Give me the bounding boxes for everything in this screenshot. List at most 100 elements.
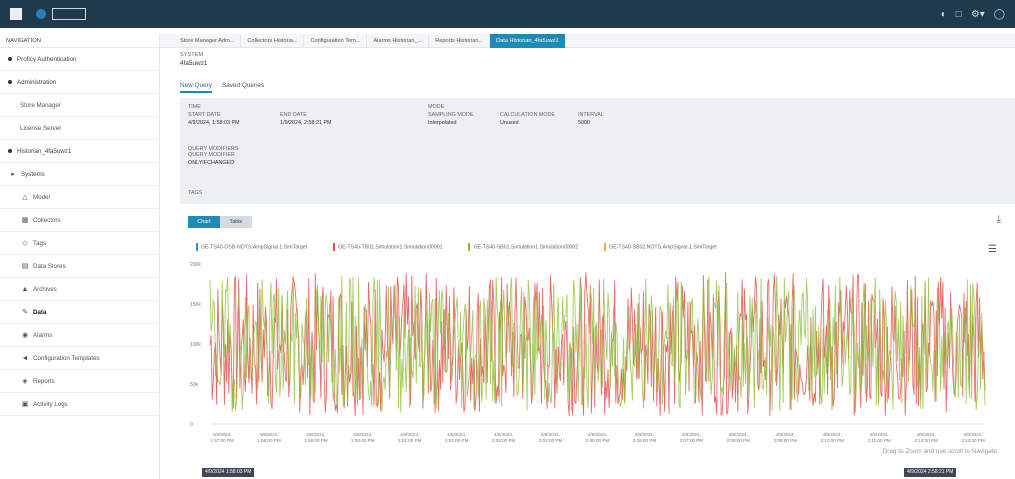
top-bar: ◐ □ ⚙▾ ◯ [0,0,1015,28]
expand-icon [8,149,12,153]
legend-label: GE-TS40-SB01.Simulation1.Simulation00002 [473,244,579,251]
x-tick-label: 4/9/2024, 2:05:00 PM [586,432,610,443]
nav-icon: ▦ [21,217,29,224]
tags-label: TAGS [188,190,203,196]
interval-value: 5000 [578,120,590,126]
sidebar-item-collectors[interactable]: ▦ Collectors [0,209,159,232]
sidebar-item-administration[interactable]: Administration [0,71,159,94]
main-content: SYSTEM 4fa5uwz1 New Query Saved Queries … [160,48,1015,479]
sidebar-item-proficy-authentication[interactable]: Proficy Authentication [0,48,159,71]
sidebar-item-label: Archives [33,285,57,293]
nav-icon: ◈ [22,378,28,385]
download-icon[interactable]: ⤓ [997,214,1001,225]
legend-item[interactable]: GE-TS40-TB01.Simulation1.Simulation00001 [333,243,442,251]
brand-icon [36,9,46,19]
y-tick-label: 150k [190,302,201,308]
app-logo[interactable] [10,8,22,20]
calculation-mode-field[interactable]: CALCULATION MODE Unused [500,112,555,126]
system-header: SYSTEM 4fa5uwz1 [180,52,207,67]
end-date-value: 1/9/2024, 2:58:21 PM [280,120,332,126]
sidebar-item-data[interactable]: ✎ Data [0,301,159,324]
tab-new-query[interactable]: New Query [180,82,212,93]
start-date-field[interactable]: START DATE 4/9/2024, 1:58:03 PM [188,112,240,126]
nav-icon: ◄ [21,354,29,362]
system-label: SYSTEM [180,52,204,58]
lock-icon[interactable]: ◐ [941,9,947,20]
sidebar-item-license-server[interactable]: License Server [0,117,159,140]
nav-icon: ✎ [22,309,28,316]
sidebar-title: NAVIGATION [0,34,159,48]
sidebar-item-store-manager[interactable]: Store Manager [0,94,159,117]
sidebar-item-configuration-templates[interactable]: ◄ Configuration Templates [0,347,159,370]
legend-swatch [604,243,607,251]
sidebar-item-label: Systems [21,170,45,178]
legend-label: GE-TS40-SB02.NOTS.AmpSignal.1.SimTarget [609,244,717,251]
sidebar-item-archives[interactable]: ▲ Archives [0,278,159,301]
chart-area[interactable]: 200k 150k 100k 50k 0 4/9/2024, 1:57:00 PM 4/9/2… [188,260,993,470]
tab-1[interactable]: Collectors Historia... [241,33,305,48]
sidebar-item-activity-logs[interactable]: ▣ Activity Logs [0,393,159,416]
sidebar-item-alarms[interactable]: ◉ Alarms [0,324,159,347]
query-modifiers-field[interactable]: QUERY MODIFIERS QUERY MODIFIER ONLYIFCHA… [188,146,238,166]
tab-5[interactable]: Data Historian_4fa5uwz1 [490,33,566,48]
end-date-label: END DATE [280,112,307,118]
sidebar-item-label: Model [33,193,50,201]
range-end-handle[interactable]: 4/9/2024 2:58:21 PM [904,468,957,477]
sampling-mode-value: Interpolated [428,120,457,126]
start-date-value: 4/9/2024, 1:58:03 PM [188,120,240,126]
y-tick-label: 0 [190,422,193,428]
nav-icon: ◉ [21,332,29,339]
notification-icon[interactable]: □ [956,9,962,20]
legend-item[interactable]: GE-TS40-SB01.Simulation1.Simulation00002 [468,243,578,251]
sidebar-item-label: Configuration Templates [33,354,100,362]
nav-icon: ▣ [21,401,29,408]
expand-icon [8,80,12,84]
settings-icon[interactable]: ⚙▾ [971,9,985,20]
legend-item[interactable]: GE-TS40-SB02.NOTS.AmpSignal.1.SimTarget [604,243,717,251]
nav-icon: ▤ [21,263,29,270]
query-modifier-label: QUERY MODIFIER [188,152,235,158]
start-date-label: START DATE [188,112,221,118]
tab-2[interactable]: Configuration Tem... [304,33,368,48]
sampling-mode-field[interactable]: SAMPLING MODE Interpolated [428,112,474,126]
x-tick-label: 4/9/2024, 2:07:00 PM [680,432,704,443]
sidebar-item-label: Proficy Authentication [17,55,77,63]
sidebar-item-systems[interactable]: ▸ Systems [0,163,159,186]
sidebar-item-label: Store Manager [20,101,61,109]
y-tick-label: 200k [190,262,201,268]
x-tick-label: 4/9/2024, 2:06:00 PM [633,432,657,443]
system-name: 4fa5uwz1 [180,60,208,67]
sidebar-item-label: Data [33,308,47,316]
sidebar-item-label: Data Stores [33,262,66,270]
legend-item[interactable]: GE-TS40-OSB-NOTS.AmpSignal.1.SimTarget [196,243,307,251]
tab-3[interactable]: Alarms Historian_... [367,33,430,48]
legend-swatch [196,243,198,251]
user-icon[interactable]: ◯ [994,9,1005,20]
table-view-button[interactable]: Table [220,216,252,228]
query-modifier-value: ONLYIFCHANGED [188,160,235,166]
chart-menu-icon[interactable]: ☰ [988,244,997,255]
chart-legend: GE-TS40-OSB-NOTS.AmpSignal.1.SimTarget GE… [196,243,717,251]
tab-4[interactable]: Reports Historian... [429,33,491,48]
chart-view-button[interactable]: Chart [188,216,220,228]
sidebar-item-label: Collectors [33,216,61,224]
interval-field[interactable]: INTERVAL 5000 [578,112,604,126]
sidebar-item-model[interactable]: △ Model [0,186,159,209]
sidebar-item-data-stores[interactable]: ▤ Data Stores [0,255,159,278]
calculation-mode-value: Unused [500,120,519,126]
y-tick-label: 100k [190,342,201,348]
view-toggle: Chart Table [188,216,252,228]
x-tick-label: 4/9/2024, 2:09:00 PM [774,432,798,443]
tab-saved-queries[interactable]: Saved Queries [222,82,264,93]
sidebar-item-tags[interactable]: ◇ Tags [0,232,159,255]
x-tick-label: 4/9/2024, 1:59:00 PM [304,432,328,443]
tab-0[interactable]: Store Manager Adm... [174,33,242,48]
sidebar-item-reports[interactable]: ◈ Reports [0,370,159,393]
sidebar-item-historian-4fa5uwz1[interactable]: Historian_4fa5uwz1 [0,140,159,163]
nav-icon: ◇ [22,240,28,247]
x-tick-label: 4/9/2024, 2:02:00 PM [445,432,469,443]
sidebar-item-label: Administration [17,78,57,86]
range-start-handle[interactable]: 4/9/2024 1:58:03 PM [202,468,255,477]
query-filters: TIME START DATE 4/9/2024, 1:58:03 PM END… [180,98,1015,204]
end-date-field[interactable]: END DATE 1/9/2024, 2:58:21 PM [280,112,332,126]
